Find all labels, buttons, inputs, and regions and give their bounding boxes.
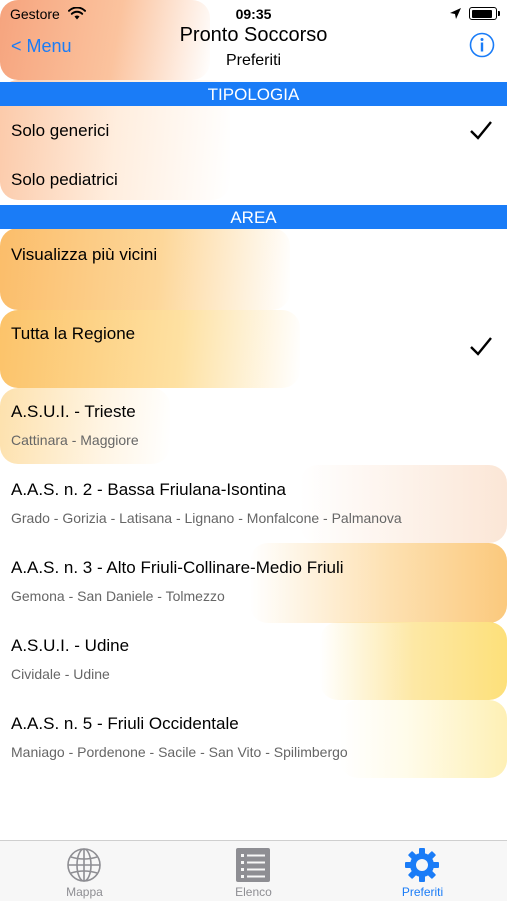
list-item-detail: Cividale - Udine	[11, 666, 110, 682]
checkmark-icon	[469, 120, 493, 140]
list-item-label: Visualizza più vicini	[11, 245, 158, 264]
gear-icon	[404, 847, 440, 883]
list-item-label: A.A.S. n. 3 - Alto Friuli-Collinare-Medi…	[11, 558, 344, 577]
checkmark-icon	[469, 336, 493, 356]
navigation-bar: < Menu Pronto Soccorso Preferiti	[0, 22, 507, 80]
list-item-aas-3[interactable]: A.A.S. n. 3 - Alto Friuli-Collinare-Medi…	[0, 543, 507, 621]
page-subtitle: Preferiti	[225, 52, 282, 69]
info-icon[interactable]	[469, 32, 495, 58]
tab-label: Mappa	[66, 885, 103, 899]
list-item-detail: Maniago - Pordenone - Sacile - San Vito …	[11, 744, 348, 760]
list-item-aas-2[interactable]: A.A.S. n. 2 - Bassa Friulana-Isontina Gr…	[0, 465, 507, 543]
list-item-label: A.A.S. n. 2 - Bassa Friulana-Isontina	[11, 480, 286, 499]
tab-elenco[interactable]: Elenco	[169, 841, 338, 901]
battery-icon	[469, 7, 500, 20]
list-item-label: A.S.U.I. - Udine	[11, 636, 130, 655]
list-item-visualizza-vicini[interactable]: Visualizza più vicini	[0, 229, 507, 309]
list-item-tutta-regione[interactable]: Tutta la Regione	[0, 309, 507, 387]
list-icon	[235, 847, 271, 883]
page-title: Pronto Soccorso	[179, 24, 328, 46]
list-item-solo-generici[interactable]: Solo generici	[0, 106, 507, 154]
tab-label: Elenco	[235, 885, 272, 899]
location-arrow-icon	[449, 7, 462, 23]
list-item-detail: Gemona - San Daniele - Tolmezzo	[11, 588, 225, 604]
list-item-solo-pediatrici[interactable]: Solo pediatrici	[0, 154, 507, 204]
tab-bar: Mappa Elenco Preferiti	[0, 840, 507, 901]
list-item-aas-5[interactable]: A.A.S. n. 5 - Friuli Occidentale Maniago…	[0, 699, 507, 777]
globe-icon	[66, 847, 102, 883]
section-header-tipologia: TIPOLOGIA	[0, 82, 507, 106]
list-item-asui-trieste[interactable]: A.S.U.I. - Trieste Cattinara - Maggiore	[0, 387, 507, 465]
list-item-label: Tutta la Regione	[11, 324, 136, 343]
list-item-detail: Cattinara - Maggiore	[11, 432, 139, 448]
list-item-asui-udine[interactable]: A.S.U.I. - Udine Cividale - Udine	[0, 621, 507, 699]
tab-mappa[interactable]: Mappa	[0, 841, 169, 901]
list-item-label: Solo generici	[11, 121, 110, 140]
list-item-label: A.S.U.I. - Trieste	[11, 402, 136, 421]
tab-label: Preferiti	[401, 885, 444, 899]
list-item-label: Solo pediatrici	[11, 170, 118, 189]
tab-preferiti[interactable]: Preferiti	[338, 841, 507, 901]
list-item-detail: Grado - Gorizia - Latisana - Lignano - M…	[11, 510, 402, 526]
section-header-area: AREA	[0, 205, 507, 229]
clock: 09:35	[235, 6, 272, 22]
list-item-label: A.A.S. n. 5 - Friuli Occidentale	[11, 714, 239, 733]
